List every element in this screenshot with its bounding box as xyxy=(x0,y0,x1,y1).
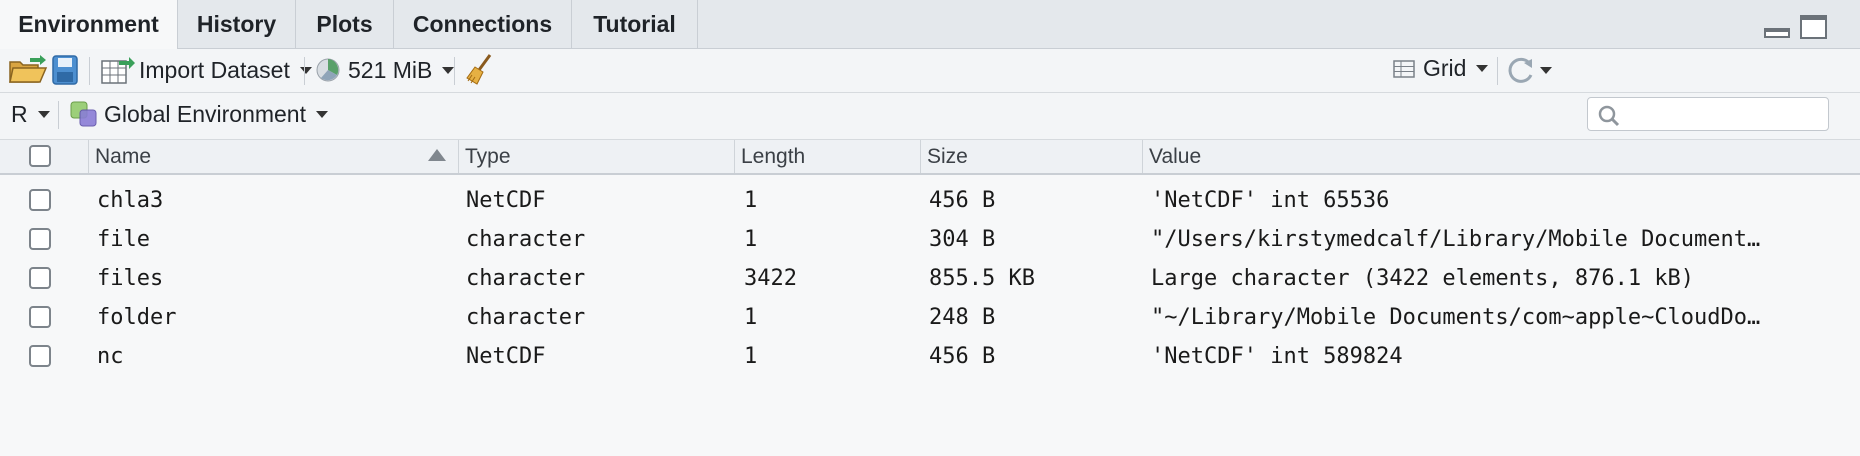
cell-size: 304 B xyxy=(929,227,996,252)
row-checkbox[interactable] xyxy=(29,267,51,289)
toolbar-separator xyxy=(1497,57,1498,85)
tab-plots[interactable]: Plots xyxy=(296,0,394,48)
maximize-pane-icon[interactable] xyxy=(1800,15,1827,39)
column-header-size[interactable]: Size xyxy=(920,140,1142,173)
column-header-value[interactable]: Value xyxy=(1142,140,1860,173)
tab-connections[interactable]: Connections xyxy=(394,0,572,48)
cell-name: folder xyxy=(97,305,177,330)
chevron-down-icon xyxy=(1476,65,1489,72)
cell-value: Large character (3422 elements, 876.1 kB… xyxy=(1151,266,1695,291)
memory-pie-icon xyxy=(316,58,340,82)
cell-length: 1 xyxy=(744,227,758,252)
cell-length: 3422 xyxy=(744,266,797,291)
search-input[interactable] xyxy=(1628,102,1822,128)
environment-search-box[interactable] xyxy=(1587,97,1829,131)
minimize-pane-icon[interactable] xyxy=(1764,28,1790,38)
column-header-label: Length xyxy=(741,144,806,168)
chevron-down-icon xyxy=(1540,66,1552,74)
tab-history[interactable]: History xyxy=(178,0,296,48)
cell-name: nc xyxy=(97,344,124,369)
cell-type: NetCDF xyxy=(466,188,546,213)
save-icon xyxy=(52,55,78,85)
language-label: R xyxy=(11,101,28,127)
chevron-down-icon xyxy=(37,111,50,118)
cell-length: 1 xyxy=(744,305,758,330)
view-mode-label: Grid xyxy=(1423,55,1467,81)
cell-length: 1 xyxy=(744,188,758,213)
cell-length: 1 xyxy=(744,344,758,369)
toolbar-separator xyxy=(89,57,90,85)
sort-ascending-icon xyxy=(428,149,446,161)
tab-tutorial[interactable]: Tutorial xyxy=(572,0,698,48)
column-header-type[interactable]: Type xyxy=(458,140,734,173)
table-row[interactable]: file character 1 304 B "/Users/kirstymed… xyxy=(0,220,1860,259)
open-folder-icon xyxy=(9,55,48,83)
environment-toolbar: Import Dataset 521 MiB Grid xyxy=(0,49,1860,93)
column-header-label: Name xyxy=(95,144,152,168)
broom-icon xyxy=(466,54,492,85)
load-workspace-button[interactable] xyxy=(8,54,48,86)
save-workspace-button[interactable] xyxy=(52,55,78,85)
environment-selector[interactable]: Global Environment xyxy=(70,99,328,129)
clear-workspace-button[interactable] xyxy=(466,53,494,85)
environment-scope-toolbar: R Global Environment xyxy=(0,93,1860,140)
cell-value: 'NetCDF' int 589824 xyxy=(1151,344,1403,369)
toolbar-separator xyxy=(454,57,455,85)
cell-size: 248 B xyxy=(929,305,996,330)
row-checkbox[interactable] xyxy=(29,228,51,250)
cell-name: files xyxy=(97,266,164,291)
cell-value: "~/Library/Mobile Documents/com~apple~Cl… xyxy=(1151,305,1761,330)
table-row[interactable]: chla3 NetCDF 1 456 B 'NetCDF' int 65536 xyxy=(0,181,1860,220)
table-row[interactable]: nc NetCDF 1 456 B 'NetCDF' int 589824 xyxy=(0,337,1860,376)
column-header-length[interactable]: Length xyxy=(734,140,920,173)
refresh-button[interactable] xyxy=(1506,55,1552,85)
column-header-label: Value xyxy=(1149,144,1202,168)
chevron-down-icon xyxy=(299,66,312,74)
language-selector[interactable]: R xyxy=(11,101,50,128)
cell-type: character xyxy=(466,266,586,291)
toolbar-separator xyxy=(58,101,59,129)
environment-icon xyxy=(70,101,97,127)
environment-label: Global Environment xyxy=(104,100,306,127)
cell-value: 'NetCDF' int 65536 xyxy=(1151,188,1390,213)
import-dataset-button[interactable]: Import Dataset xyxy=(101,55,312,85)
tab-bar: Environment History Plots Connections Tu… xyxy=(0,0,1860,49)
column-header-name[interactable]: Name xyxy=(88,140,458,173)
cell-size: 456 B xyxy=(929,188,996,213)
select-all-checkbox[interactable] xyxy=(29,145,51,167)
column-header-label: Type xyxy=(465,144,511,168)
chevron-down-icon xyxy=(442,66,455,74)
memory-usage-label: 521 MiB xyxy=(348,56,433,83)
cell-size: 456 B xyxy=(929,344,996,369)
column-header-label: Size xyxy=(927,144,968,168)
row-checkbox[interactable] xyxy=(29,345,51,367)
table-row[interactable]: folder character 1 248 B "~/Library/Mobi… xyxy=(0,298,1860,337)
row-checkbox[interactable] xyxy=(29,306,51,328)
cell-type: NetCDF xyxy=(466,344,546,369)
table-row[interactable]: files character 3422 855.5 KB Large char… xyxy=(0,259,1860,298)
cell-name: chla3 xyxy=(97,188,164,213)
import-table-icon xyxy=(101,57,135,84)
tab-environment[interactable]: Environment xyxy=(0,0,178,49)
chevron-down-icon xyxy=(316,110,328,118)
cell-name: file xyxy=(97,227,150,252)
import-dataset-label: Import Dataset xyxy=(139,56,290,83)
row-checkbox[interactable] xyxy=(29,189,51,211)
refresh-icon xyxy=(1508,57,1533,83)
memory-usage-button[interactable]: 521 MiB xyxy=(316,55,455,85)
table-header: Name Type Length Size Value xyxy=(0,140,1860,175)
view-mode-button[interactable]: Grid xyxy=(1393,55,1489,82)
cell-size: 855.5 KB xyxy=(929,266,1035,291)
search-icon xyxy=(1598,105,1620,127)
cell-type: character xyxy=(466,305,586,330)
toolbar-separator xyxy=(304,57,305,85)
grid-icon xyxy=(1393,59,1415,78)
cell-value: "/Users/kirstymedcalf/Library/Mobile Doc… xyxy=(1151,227,1761,252)
cell-type: character xyxy=(466,227,586,252)
